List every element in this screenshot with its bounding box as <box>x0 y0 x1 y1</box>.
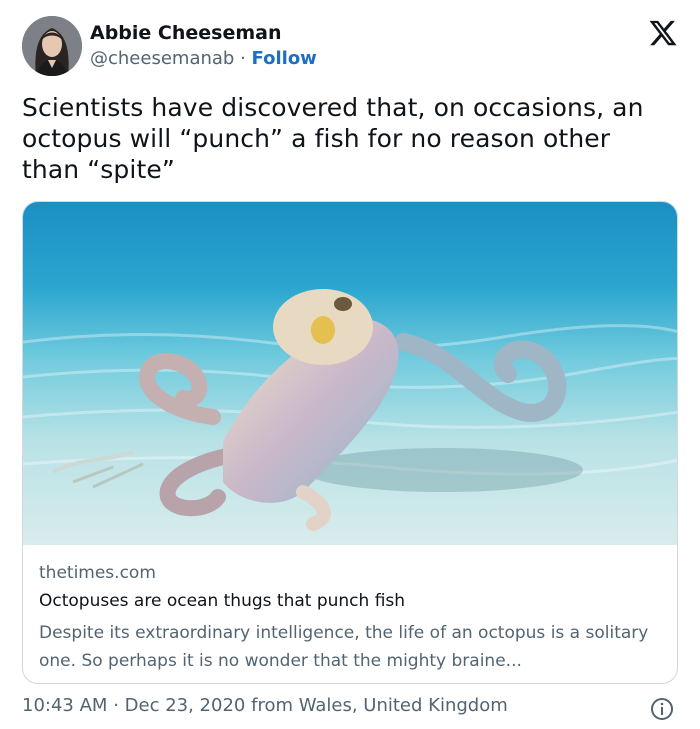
author-handle[interactable]: @cheesemanab <box>90 48 234 69</box>
tweet-date[interactable]: Dec 23, 2020 <box>125 695 246 716</box>
card-image <box>23 202 677 545</box>
author-handle-row: @cheesemanab · Follow <box>90 48 317 69</box>
footer-separator: · <box>113 695 119 716</box>
card-title: Octopuses are ocean thugs that punch fis… <box>39 591 406 611</box>
handle-separator: · <box>240 48 246 69</box>
tweet-footer: 10:43 AM · Dec 23, 2020 from Wales, Unit… <box>22 695 508 716</box>
card-domain: thetimes.com <box>39 563 156 583</box>
x-logo-icon[interactable] <box>648 18 678 48</box>
link-card[interactable]: thetimes.com Octopuses are ocean thugs t… <box>22 201 678 684</box>
author-name[interactable]: Abbie Cheeseman <box>90 22 282 44</box>
tweet-text: Scientists have discovered that, on occa… <box>22 93 644 184</box>
tweet-location: from Wales, United Kingdom <box>251 695 508 716</box>
follow-button[interactable]: Follow <box>252 48 317 69</box>
avatar-photo <box>22 16 82 76</box>
avatar[interactable] <box>22 16 82 76</box>
info-icon[interactable] <box>650 697 674 721</box>
tweet-time[interactable]: 10:43 AM <box>22 695 107 716</box>
card-description: Despite its extraordinary intelligence, … <box>39 623 649 671</box>
